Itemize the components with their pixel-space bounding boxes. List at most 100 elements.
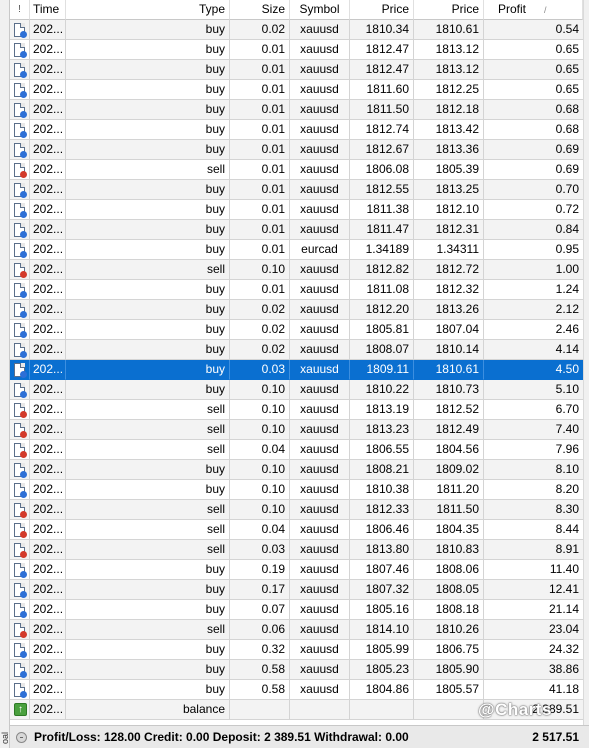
cell-size: 0.01 xyxy=(230,120,290,140)
cell-open-price: 1806.46 xyxy=(350,520,414,540)
cell-close-price: 1806.75 xyxy=(414,640,484,660)
cell-type: sell xyxy=(66,440,230,460)
table-row[interactable]: 202... buy 0.01 xauusd 1811.47 1812.31 0.84 xyxy=(10,220,583,240)
table-row[interactable]: 202... buy 0.02 xauusd 1812.20 1813.26 2.12 xyxy=(10,300,583,320)
buy-marker-icon xyxy=(20,211,27,218)
vertical-scrollbar[interactable] xyxy=(583,0,589,725)
table-row[interactable]: 202... buy 0.01 xauusd 1812.55 1813.25 0.70 xyxy=(10,180,583,200)
buy-marker-icon xyxy=(20,491,27,498)
cell-time: 202... xyxy=(30,160,66,180)
buy-marker-icon xyxy=(20,351,27,358)
cell-time: 202... xyxy=(30,60,66,80)
cell-symbol: xauusd xyxy=(290,420,350,440)
table-row[interactable]: 202... buy 0.17 xauusd 1807.32 1808.05 12.41 xyxy=(10,580,583,600)
cell-size: 0.01 xyxy=(230,220,290,240)
cell-time: 202... xyxy=(30,220,66,240)
table-row[interactable]: 202... buy 0.02 xauusd 1810.34 1810.61 0.54 xyxy=(10,20,583,40)
cell-close-price: 1808.18 xyxy=(414,600,484,620)
cell-profit: 6.70 xyxy=(484,400,583,420)
table-row[interactable]: 202... sell 0.10 xauusd 1812.33 1811.50 8.30 xyxy=(10,500,583,520)
table-row[interactable]: 202... buy 0.01 xauusd 1812.47 1813.12 0.65 xyxy=(10,40,583,60)
cell-open-price: 1806.08 xyxy=(350,160,414,180)
column-header-icon[interactable]: ! xyxy=(10,0,30,20)
cell-close-price: 1808.05 xyxy=(414,580,484,600)
cell-icon xyxy=(10,80,30,100)
cell-profit: 2.46 xyxy=(484,320,583,340)
table-row[interactable]: 202... buy 0.01 xauusd 1812.67 1813.36 0.69 xyxy=(10,140,583,160)
table-row[interactable]: 202... sell 0.10 xauusd 1813.23 1812.49 7.40 xyxy=(10,420,583,440)
table-row[interactable]: 202... buy 0.32 xauusd 1805.99 1806.75 24.32 xyxy=(10,640,583,660)
table-row[interactable]: 202... buy 0.03 xauusd 1809.11 1810.61 4.50 xyxy=(10,360,583,380)
cell-time: 202... xyxy=(30,420,66,440)
cell-profit: 21.14 xyxy=(484,600,583,620)
buy-deal-icon xyxy=(14,223,27,238)
table-row[interactable]: 202... buy 0.10 xauusd 1810.38 1811.20 8.20 xyxy=(10,480,583,500)
table-row[interactable]: 202... buy 0.01 xauusd 1811.08 1812.32 1.24 xyxy=(10,280,583,300)
table-row[interactable]: 202... buy 0.10 xauusd 1810.22 1810.73 5.10 xyxy=(10,380,583,400)
sell-deal-icon xyxy=(14,263,27,278)
column-header-close-price[interactable]: Price xyxy=(414,0,484,20)
buy-deal-icon xyxy=(14,23,27,38)
cell-close-price: 1812.52 xyxy=(414,400,484,420)
column-header-time[interactable]: Time xyxy=(30,0,66,20)
column-header-type[interactable]: Type xyxy=(66,0,230,20)
table-row[interactable]: 202... sell 0.04 xauusd 1806.55 1804.56 7.96 xyxy=(10,440,583,460)
buy-deal-icon xyxy=(14,383,27,398)
table-row[interactable]: 202... buy 0.02 xauusd 1805.81 1807.04 2.46 xyxy=(10,320,583,340)
buy-marker-icon xyxy=(20,591,27,598)
sell-marker-icon xyxy=(20,431,27,438)
cell-time: 202... xyxy=(30,600,66,620)
table-row[interactable]: 202... buy 0.01 xauusd 1811.38 1812.10 0.72 xyxy=(10,200,583,220)
table-row[interactable]: 202... buy 0.58 xauusd 1804.86 1805.57 41.18 xyxy=(10,680,583,700)
cell-icon xyxy=(10,560,30,580)
cell-type: buy xyxy=(66,580,230,600)
cell-type: buy xyxy=(66,280,230,300)
sell-marker-icon xyxy=(20,631,27,638)
table-row[interactable]: 202... buy 0.01 xauusd 1812.74 1813.42 0.68 xyxy=(10,120,583,140)
table-row[interactable]: 202... sell 0.01 xauusd 1806.08 1805.39 0.69 xyxy=(10,160,583,180)
table-row[interactable]: 202... buy 0.10 xauusd 1808.21 1809.02 8.10 xyxy=(10,460,583,480)
table-row[interactable]: 202... buy 0.01 eurcad 1.34189 1.34311 0.95 xyxy=(10,240,583,260)
sell-deal-icon xyxy=(14,503,27,518)
buy-marker-icon xyxy=(20,691,27,698)
cell-open-price: 1806.55 xyxy=(350,440,414,460)
cell-time: 202... xyxy=(30,340,66,360)
column-header-symbol[interactable]: Symbol xyxy=(290,0,350,20)
cell-time: 202... xyxy=(30,360,66,380)
cell-open-price: 1811.50 xyxy=(350,100,414,120)
table-row[interactable]: 202... sell 0.10 xauusd 1812.82 1812.72 1.00 xyxy=(10,260,583,280)
table-row[interactable]: 202... sell 0.03 xauusd 1813.80 1810.83 8.91 xyxy=(10,540,583,560)
cell-profit: 0.68 xyxy=(484,120,583,140)
cell-type: sell xyxy=(66,540,230,560)
sell-marker-icon xyxy=(20,511,27,518)
cell-type: sell xyxy=(66,400,230,420)
table-row[interactable]: 202... buy 0.01 xauusd 1811.50 1812.18 0.68 xyxy=(10,100,583,120)
cell-icon xyxy=(10,520,30,540)
cell-open-price: 1808.07 xyxy=(350,340,414,360)
buy-deal-icon xyxy=(14,343,27,358)
table-row[interactable]: 202... buy 0.07 xauusd 1805.16 1808.18 21.14 xyxy=(10,600,583,620)
cell-symbol: xauusd xyxy=(290,100,350,120)
cell-type: buy xyxy=(66,360,230,380)
table-row[interactable]: 202... buy 0.01 xauusd 1812.47 1813.12 0.65 xyxy=(10,60,583,80)
table-row[interactable]: 202... buy 0.58 xauusd 1805.23 1805.90 38.86 xyxy=(10,660,583,680)
side-panel-strip[interactable]: oal xyxy=(0,0,10,748)
table-row[interactable]: 202... buy 0.19 xauusd 1807.46 1808.06 11.40 xyxy=(10,560,583,580)
sell-deal-icon xyxy=(14,523,27,538)
cell-symbol: xauusd xyxy=(290,300,350,320)
table-row[interactable]: 202... buy 0.01 xauusd 1811.60 1812.25 0.65 xyxy=(10,80,583,100)
table-row[interactable]: 202... sell 0.10 xauusd 1813.19 1812.52 6.70 xyxy=(10,400,583,420)
cell-profit: 2.12 xyxy=(484,300,583,320)
cell-symbol: xauusd xyxy=(290,640,350,660)
column-header-size[interactable]: Size xyxy=(230,0,290,20)
table-row[interactable]: 202... sell 0.06 xauusd 1814.10 1810.26 23.04 xyxy=(10,620,583,640)
table-row[interactable]: 202... buy 0.02 xauusd 1808.07 1810.14 4.14 xyxy=(10,340,583,360)
table-row[interactable]: 202... sell 0.04 xauusd 1806.46 1804.35 8.44 xyxy=(10,520,583,540)
cell-icon: ↑ xyxy=(10,700,30,720)
column-header-open-price[interactable]: Price xyxy=(350,0,414,20)
cell-icon xyxy=(10,360,30,380)
buy-marker-icon xyxy=(20,231,27,238)
cell-close-price: 1810.73 xyxy=(414,380,484,400)
column-header-profit[interactable]: Profit / xyxy=(484,0,583,20)
cell-symbol: xauusd xyxy=(290,360,350,380)
